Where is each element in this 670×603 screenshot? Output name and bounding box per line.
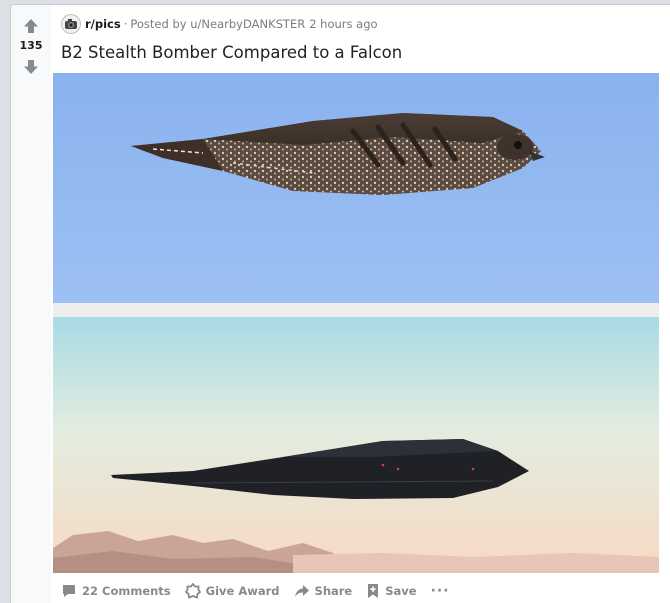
comment-bubble-icon [63,585,75,597]
post-meta: r/pics · Posted by u/NearbyDANKSTER 2 ho… [61,14,378,34]
b2-photo [53,317,659,573]
bookmark-plus-icon [368,584,379,598]
share-label: Share [314,584,353,598]
give-award-label: Give Award [205,584,280,598]
post-image[interactable] [53,73,659,573]
post-card[interactable]: 135 r/pics · Posted by u/NearbyDANKSTER … [10,4,670,603]
post-title[interactable]: B2 Stealth Bomber Compared to a Falcon [61,43,402,62]
save-button[interactable]: Save [366,583,417,599]
comments-label: 22 Comments [82,584,171,598]
arrow-up-icon[interactable] [22,17,40,35]
vote-column: 135 [11,5,51,603]
more-options-button[interactable]: ··· [431,583,450,599]
posted-by-link[interactable]: Posted by u/NearbyDANKSTER [130,17,305,31]
post-actions-bar: 22 Comments Give Award Share Save ··· [61,581,450,601]
meta-separator: · [123,17,128,31]
share-button[interactable]: Share [294,583,353,599]
vote-score: 135 [19,39,43,52]
save-label: Save [385,584,417,598]
subreddit-avatar-icon[interactable] [61,14,81,34]
post-timestamp[interactable]: 2 hours ago [309,17,377,31]
comments-button[interactable]: 22 Comments [61,583,171,599]
award-icon [184,583,201,599]
share-arrow-icon [294,585,309,597]
subreddit-link[interactable]: r/pics [85,17,121,31]
give-award-button[interactable]: Give Award [184,583,280,599]
arrow-down-icon[interactable] [22,58,40,76]
